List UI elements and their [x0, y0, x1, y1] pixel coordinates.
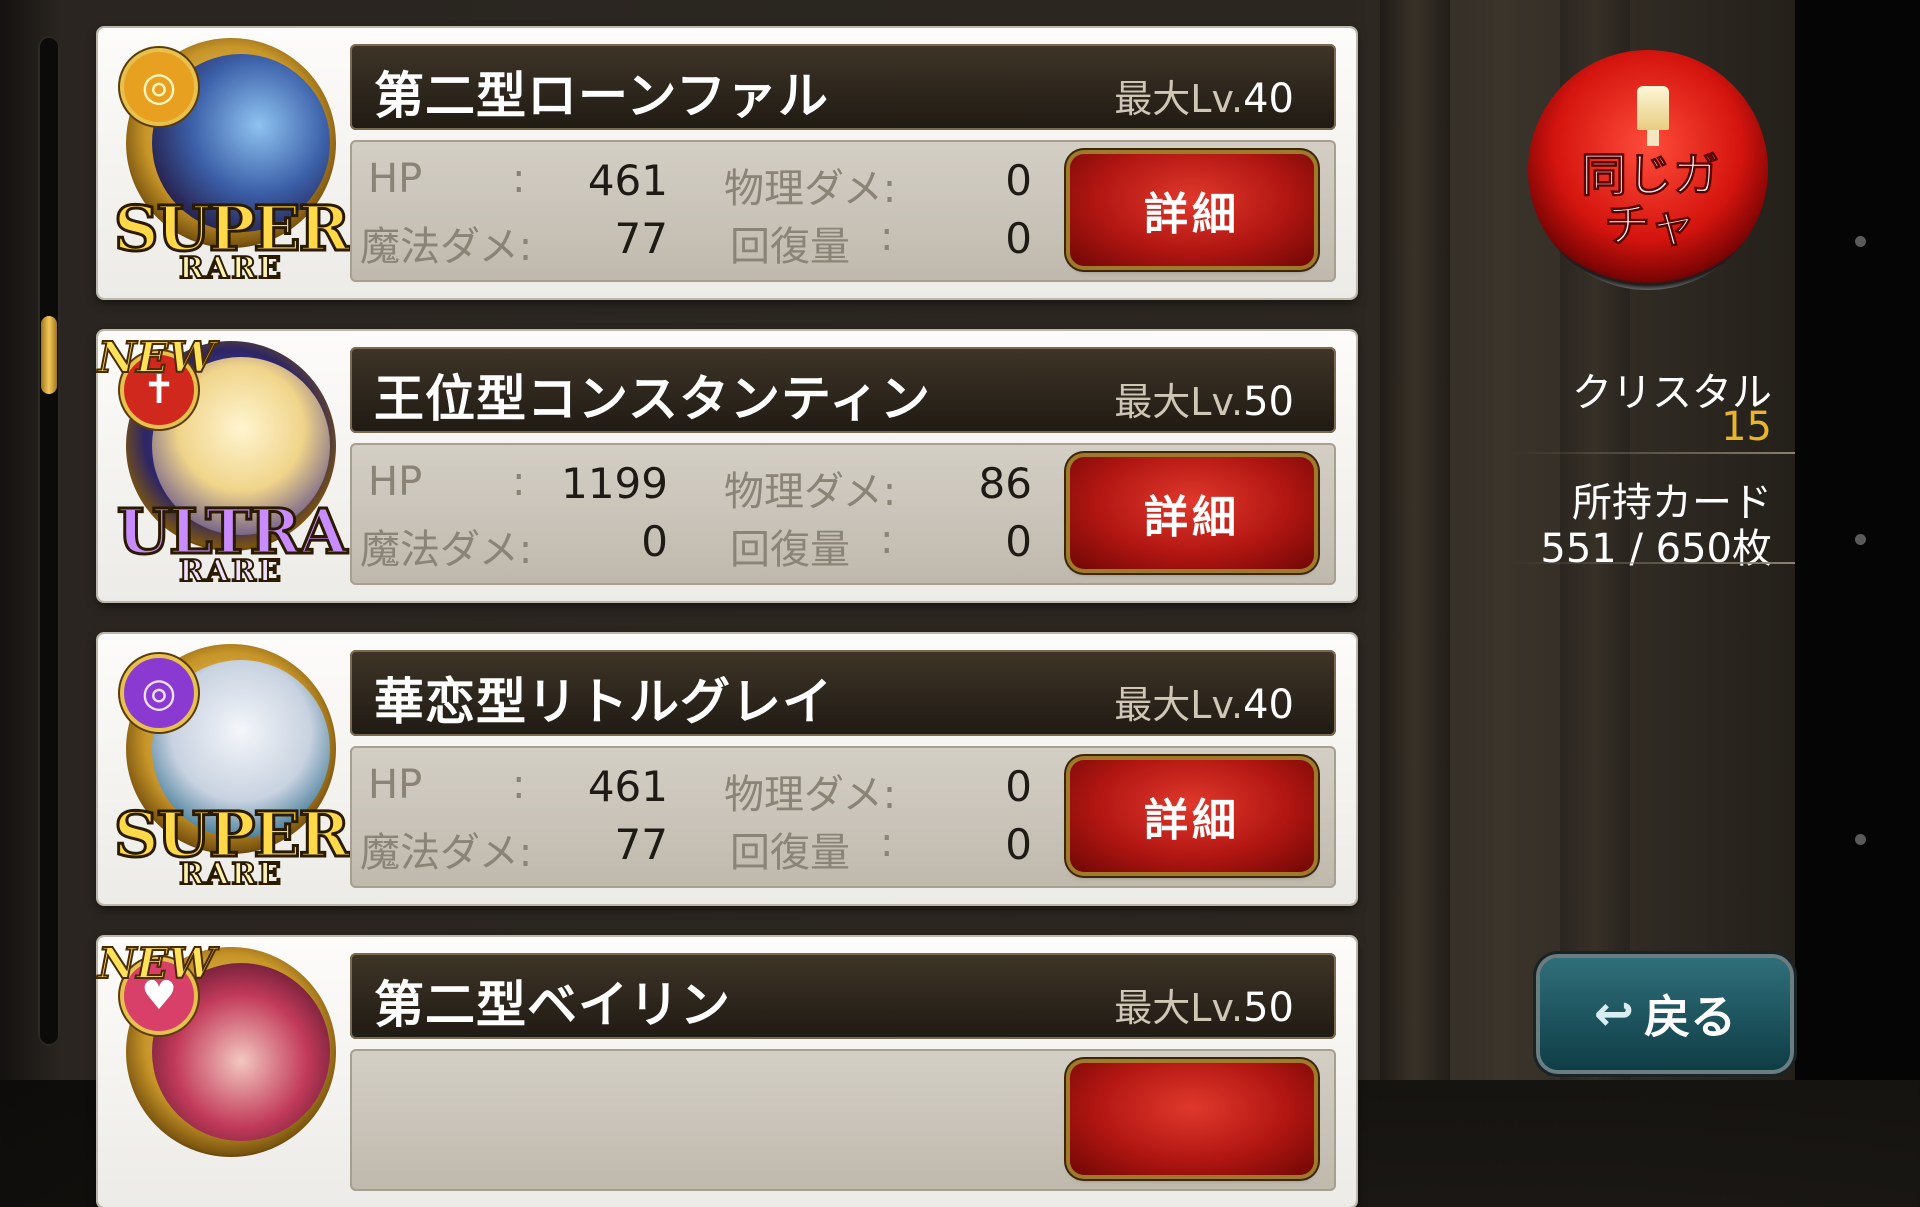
- card-name-bar: 王位型コンスタンティン 最大Lv.50: [350, 347, 1336, 433]
- magic-damage-label: 魔法ダメ:: [360, 224, 533, 270]
- edge-dot: [1855, 236, 1866, 247]
- physical-damage-label: 物理ダメ:: [724, 166, 897, 212]
- max-level: 最大Lv.50: [1114, 371, 1294, 426]
- rarity-badge: ULTRA RARE: [106, 499, 356, 588]
- hp-value: 461: [587, 156, 668, 205]
- card-portrait[interactable]: ✝ NEW ULTRA RARE: [97, 332, 349, 591]
- scrollbar-track[interactable]: [38, 36, 60, 1046]
- scrollbar-thumb[interactable]: [41, 316, 57, 394]
- element-swirl-icon: ◎: [120, 48, 198, 126]
- card-item: ◎ SUPER RARE 華恋型リトルグレイ 最大Lv.40 HP : 461 …: [98, 634, 1356, 904]
- background-pillar: [1380, 0, 1450, 1080]
- return-arrow-icon: ↩: [1593, 986, 1635, 1042]
- detail-button[interactable]: 詳細: [1070, 457, 1314, 569]
- divider: [1510, 452, 1795, 454]
- heal-value: 0: [1005, 820, 1032, 869]
- max-level-label: 最大Lv.: [1114, 986, 1244, 1030]
- hp-value: 1199: [561, 459, 668, 508]
- heal-label: 回復量: [730, 527, 850, 573]
- max-level: 最大Lv.40: [1114, 68, 1294, 123]
- card-name: 第二型ローンファル: [374, 67, 829, 125]
- physical-damage-value: 0: [1005, 156, 1032, 205]
- physical-damage-value: 0: [1005, 762, 1032, 811]
- new-badge: NEW: [97, 332, 217, 383]
- edge-dot: [1855, 534, 1866, 545]
- detail-button[interactable]: 詳細: [1070, 154, 1314, 266]
- card-portrait[interactable]: ♥ NEW: [97, 938, 336, 1197]
- heal-label: 回復量: [730, 830, 850, 876]
- heal-value: 0: [1005, 517, 1032, 566]
- same-gacha-label: 同じガチャ: [1581, 148, 1720, 252]
- owned-cards-value: 551 / 650枚: [1540, 526, 1772, 572]
- heal-label: 回復量: [730, 224, 850, 270]
- heal-value: 0: [1005, 214, 1032, 263]
- physical-damage-value: 86: [978, 459, 1032, 508]
- card-name: 王位型コンスタンティン: [374, 370, 931, 428]
- card-name-bar: 華恋型リトルグレイ 最大Lv.40: [350, 650, 1336, 736]
- edge-dot: [1855, 834, 1866, 845]
- hp-label: HP: [368, 156, 423, 202]
- magic-damage-value: 0: [641, 517, 668, 566]
- physical-damage-label: 物理ダメ:: [724, 772, 897, 818]
- magic-damage-value: 77: [614, 820, 668, 869]
- rarity-badge: SUPER RARE: [106, 196, 356, 285]
- card-name-bar: 第二型ベイリン 最大Lv.50: [350, 953, 1336, 1039]
- card-item: ♥ NEW 第二型ベイリン 最大Lv.50: [97, 937, 1356, 1207]
- divider: [1510, 562, 1795, 564]
- card-portrait[interactable]: ◎ SUPER RARE: [112, 38, 352, 288]
- new-badge: NEW: [97, 938, 217, 989]
- max-level-label: 最大Lv.: [1114, 77, 1244, 121]
- max-level-value: 40: [1243, 682, 1294, 728]
- max-level: 最大Lv.40: [1114, 674, 1294, 729]
- card-item: ✝ NEW ULTRA RARE 王位型コンスタンティン 最大Lv.50 HP …: [97, 331, 1356, 601]
- magic-damage-value: 77: [614, 214, 668, 263]
- max-level-label: 最大Lv.: [1114, 683, 1244, 727]
- max-level-value: 50: [1243, 985, 1294, 1031]
- hp-value: 461: [587, 762, 668, 811]
- card-portrait[interactable]: ◎ SUPER RARE: [112, 644, 352, 894]
- max-level: 最大Lv.50: [1114, 977, 1294, 1032]
- max-level-value: 40: [1243, 76, 1294, 122]
- rarity-badge: SUPER RARE: [106, 802, 356, 891]
- card-name-bar: 第二型ローンファル 最大Lv.40: [350, 44, 1336, 130]
- element-swirl-icon: ◎: [120, 654, 198, 732]
- hp-label: HP: [368, 459, 423, 505]
- max-level-label: 最大Lv.: [1114, 380, 1244, 424]
- max-level-value: 50: [1243, 379, 1294, 425]
- magic-damage-label: 魔法ダメ:: [360, 527, 533, 573]
- hp-label: HP: [368, 762, 423, 808]
- card-name: 華恋型リトルグレイ: [374, 673, 833, 731]
- back-label: 戻る: [1644, 990, 1737, 1044]
- magic-damage-label: 魔法ダメ:: [360, 830, 533, 876]
- detail-button[interactable]: 詳細: [1070, 760, 1314, 872]
- card-item: ◎ SUPER RARE 第二型ローンファル 最大Lv.40 HP : 461 …: [98, 28, 1356, 298]
- crystal-value: 15: [1721, 404, 1772, 450]
- back-button[interactable]: ↩ 戻る: [1540, 958, 1790, 1070]
- card-name: 第二型ベイリン: [374, 976, 731, 1034]
- gacha-capsule-icon: [1637, 86, 1669, 130]
- physical-damage-label: 物理ダメ:: [724, 469, 897, 515]
